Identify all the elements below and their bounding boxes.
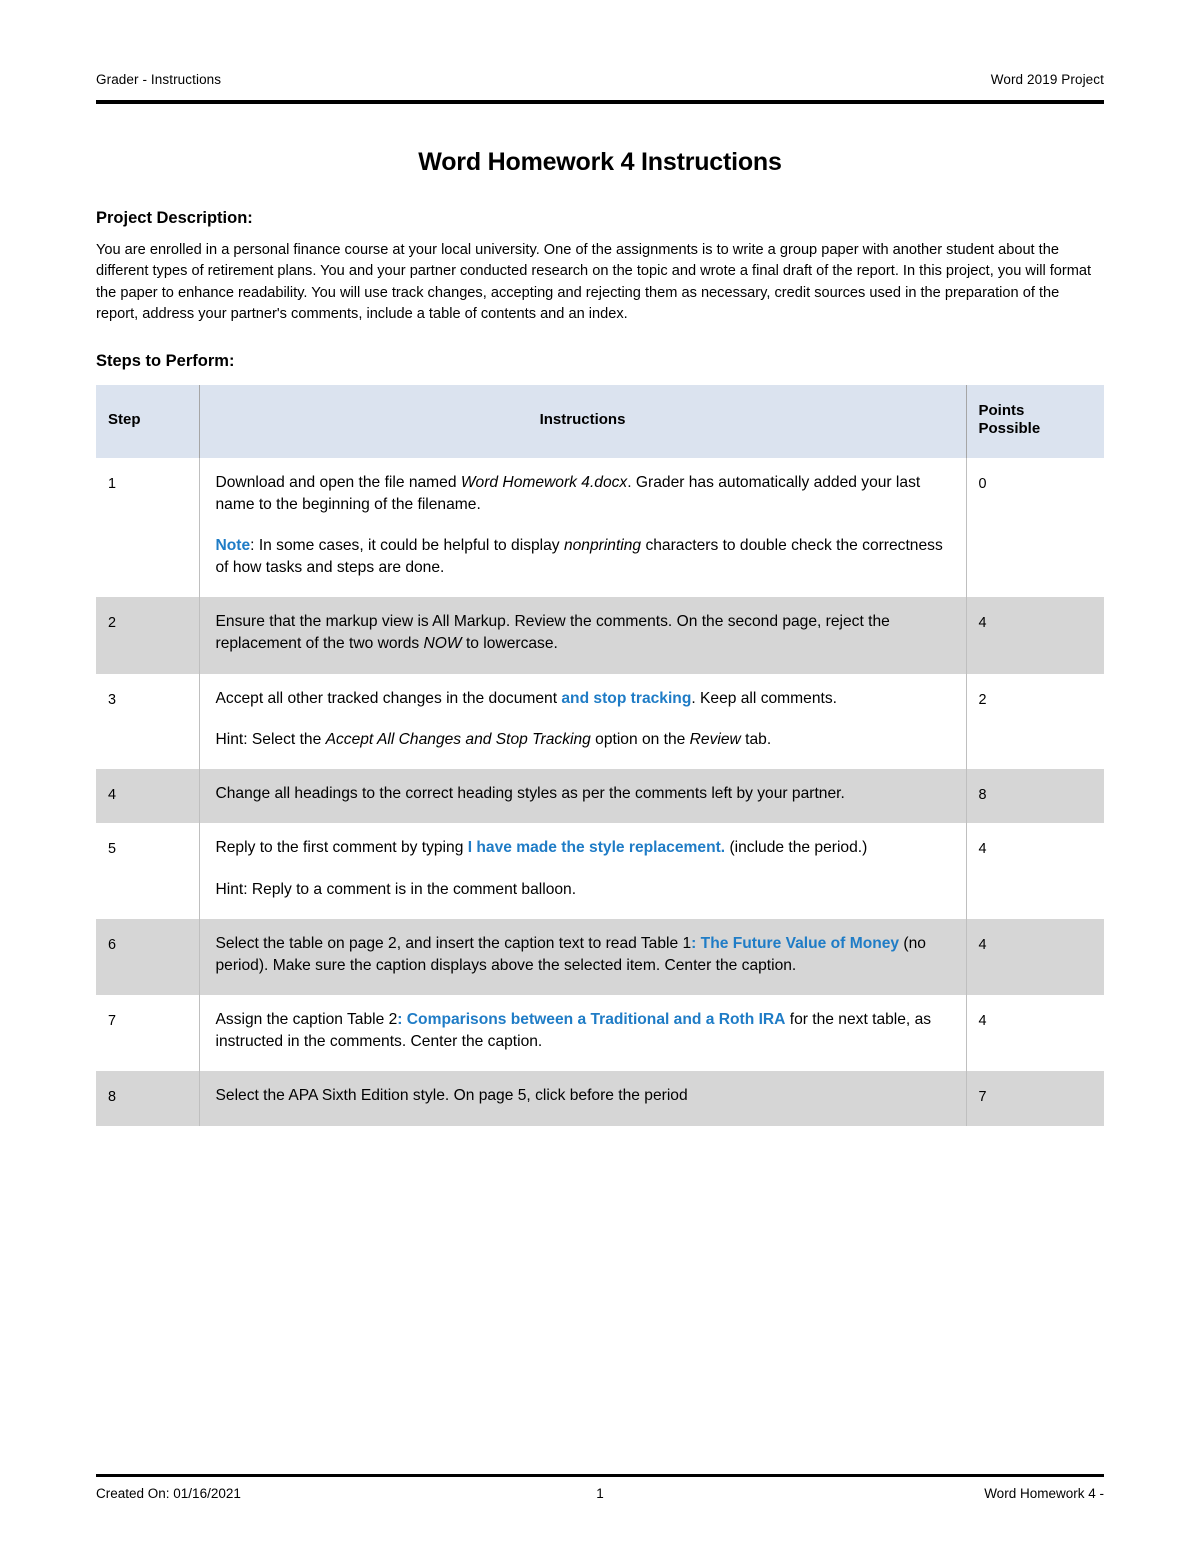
footer-page-number: 1 [596, 1486, 604, 1501]
cell-step-number: 3 [96, 673, 199, 769]
accent-text: and stop tracking [561, 689, 692, 707]
instruction-paragraph: Select the table on page 2, and insert t… [216, 933, 946, 977]
cell-step-number: 1 [96, 457, 199, 598]
cell-instructions: Select the APA Sixth Edition style. On p… [198, 1071, 966, 1126]
footer-rule [96, 1474, 1104, 1477]
instruction-paragraph: Download and open the file named Word Ho… [216, 472, 946, 516]
cell-instructions: Accept all other tracked changes in the … [198, 673, 966, 769]
plain-text: to lowercase. [461, 635, 558, 653]
cell-instructions: Assign the caption Table 2: Comparisons … [198, 994, 966, 1072]
document-page: Grader - Instructions Word 2019 Project … [0, 0, 1200, 1553]
table-header-row: Step Instructions Points Possible [96, 385, 1104, 458]
plain-text: . Keep all comments. [691, 689, 837, 707]
cell-instructions: Download and open the file named Word Ho… [198, 457, 966, 598]
plain-text: Hint: Reply to a comment is in the comme… [215, 880, 577, 898]
cell-points-possible: 7 [965, 1071, 1104, 1126]
header-rule [96, 100, 1104, 104]
cell-points-possible: 4 [965, 918, 1104, 995]
cell-instructions: Select the table on page 2, and insert t… [198, 918, 966, 995]
points-header-line1: Points [978, 402, 1025, 420]
plain-text: Select the APA Sixth Edition style. On p… [215, 1087, 688, 1105]
plain-text: Assign the caption Table 2 [215, 1010, 398, 1028]
footer-row: Created On: 01/16/2021 1 Word Homework 4… [96, 1486, 1104, 1501]
table-row: 4 Change all headings to the correct head… [96, 768, 1104, 824]
italic-text: NOW [423, 635, 462, 653]
table-row: 7 Assign the caption Table 2: Comparisons… [96, 994, 1104, 1072]
cell-step-number: 5 [96, 823, 199, 919]
table-row: 8 Select the APA Sixth Edition style. On … [96, 1071, 1104, 1126]
column-header-points-possible: Points Possible [965, 385, 1104, 458]
page-title: Word Homework 4 Instructions [418, 148, 782, 176]
plain-text: Hint: Select the [215, 730, 326, 748]
cell-instructions: Reply to the first comment by typing I h… [198, 823, 966, 919]
steps-table: Step Instructions Points Possible 1 Downl… [96, 385, 1104, 1126]
italic-text: nonprinting [563, 537, 642, 555]
cell-instructions: Change all headings to the correct headi… [198, 768, 966, 824]
instruction-paragraph: Ensure that the markup view is All Marku… [216, 611, 946, 655]
accent-text: I have made the style replacement. [467, 839, 726, 857]
running-footer: Created On: 01/16/2021 1 Word Homework 4… [96, 1474, 1104, 1501]
header-right-text: Word 2019 Project [990, 72, 1104, 87]
cell-points-possible: 4 [965, 994, 1104, 1072]
project-description-text: You are enrolled in a personal finance c… [96, 242, 1092, 322]
instruction-paragraph: Reply to the first comment by typing I h… [216, 837, 946, 859]
accent-text: : Comparisons between a Traditional and … [397, 1010, 786, 1028]
instruction-paragraph: Hint: Select the Accept All Changes and … [216, 729, 946, 751]
column-header-step: Step [96, 385, 199, 458]
plain-text: : In some cases, it could be helpful to … [250, 537, 564, 555]
cell-points-possible: 8 [965, 768, 1104, 824]
instruction-paragraph: Change all headings to the correct headi… [216, 783, 946, 805]
header-left-text: Grader - Instructions [96, 72, 222, 87]
footer-document-name: Word Homework 4 - [984, 1486, 1104, 1501]
instruction-paragraph: Assign the caption Table 2: Comparisons … [216, 1009, 946, 1053]
table-row: 2 Ensure that the markup view is All Mark… [96, 597, 1104, 674]
steps-to-perform-label: Steps to Perform: [96, 352, 235, 371]
plain-text: tab. [740, 730, 772, 748]
plain-text: Accept all other tracked changes in the … [215, 689, 562, 707]
table-row: 3 Accept all other tracked changes in the… [96, 673, 1104, 769]
instruction-paragraph: Select the APA Sixth Edition style. On p… [216, 1085, 946, 1107]
footer-created-on: Created On: 01/16/2021 [96, 1486, 241, 1501]
table-row: 5 Reply to the first comment by typing I … [96, 823, 1104, 919]
cell-points-possible: 4 [965, 597, 1104, 674]
plain-text: Reply to the first comment by typing [215, 839, 468, 857]
plain-text: option on the [590, 730, 690, 748]
cell-instructions: Ensure that the markup view is All Marku… [198, 597, 966, 674]
cell-points-possible: 4 [965, 823, 1104, 919]
cell-points-possible: 0 [965, 457, 1104, 598]
points-header-line2: Possible [978, 420, 1041, 438]
instruction-paragraph: Hint: Reply to a comment is in the comme… [216, 879, 946, 901]
italic-text: Accept All Changes and Stop Tracking [325, 730, 591, 748]
cell-step-number: 4 [96, 768, 199, 824]
cell-step-number: 2 [96, 597, 199, 674]
instruction-paragraph: Accept all other tracked changes in the … [216, 688, 946, 710]
cell-points-possible: 2 [965, 673, 1104, 769]
running-header: Grader - Instructions Word 2019 Project [96, 0, 1104, 112]
cell-step-number: 6 [96, 918, 199, 995]
accent-text: Note [215, 537, 251, 555]
instruction-paragraph: Note: In some cases, it could be helpful… [216, 535, 946, 579]
column-header-instructions: Instructions [198, 385, 966, 458]
table-row: 1 Download and open the file named Word H… [96, 457, 1104, 598]
project-description-label: Project Description: [96, 209, 253, 227]
plain-text: Download and open the file named [215, 473, 461, 491]
steps-table-header: Step Instructions Points Possible [96, 385, 1104, 458]
italic-text: Review [689, 730, 741, 748]
cell-step-number: 7 [96, 994, 199, 1072]
cell-step-number: 8 [96, 1071, 199, 1126]
plain-text: Select the table on page 2, and insert t… [215, 934, 692, 952]
plain-text: (include the period.) [725, 839, 868, 857]
table-row: 6 Select the table on page 2, and insert … [96, 918, 1104, 995]
plain-text: Change all headings to the correct headi… [215, 784, 845, 802]
accent-text: : The Future Value of Money [691, 934, 900, 952]
steps-table-body: 1 Download and open the file named Word H… [96, 457, 1104, 1126]
italic-text: Word Homework 4.docx [460, 473, 628, 491]
